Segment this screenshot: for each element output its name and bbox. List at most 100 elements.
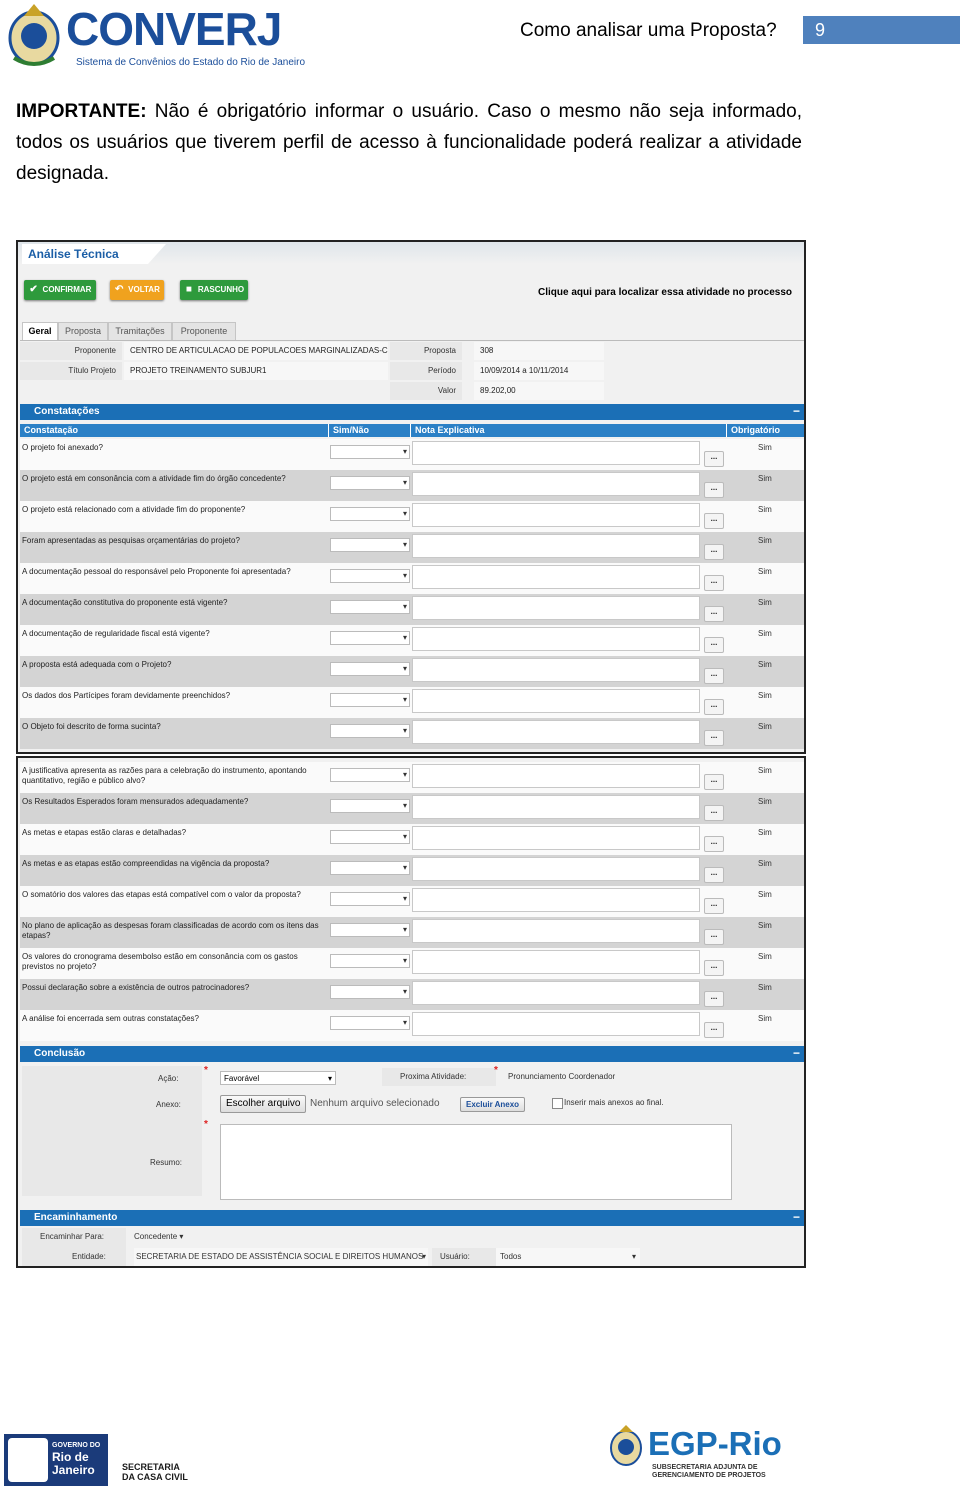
sim-nao-select[interactable] xyxy=(330,538,410,552)
logo-subtitle: Sistema de Convênios do Estado do Rio de… xyxy=(76,57,306,68)
collapse-icon[interactable]: − xyxy=(793,404,800,418)
sim-nao-select[interactable] xyxy=(330,923,410,937)
acao-select[interactable]: Favorável ▾ xyxy=(220,1071,336,1085)
more-button[interactable]: ... xyxy=(704,482,724,498)
encaminhamento-section-header[interactable]: Encaminhamento − xyxy=(20,1210,804,1226)
sim-nao-select[interactable] xyxy=(330,631,410,645)
sim-nao-select[interactable] xyxy=(330,892,410,906)
collapse-icon[interactable]: − xyxy=(793,1210,800,1224)
nota-explicativa-input[interactable] xyxy=(412,472,700,496)
sim-nao-select[interactable] xyxy=(330,954,410,968)
more-button[interactable]: ... xyxy=(704,991,724,1007)
nota-explicativa-input[interactable] xyxy=(412,888,700,912)
nota-explicativa-input[interactable] xyxy=(412,857,700,881)
constatacao-text: O projeto está relacionado com a ativida… xyxy=(22,505,246,514)
encaminhar-para-label: Encaminhar Para: xyxy=(40,1232,105,1241)
sim-nao-select[interactable] xyxy=(330,799,410,813)
sim-nao-select[interactable] xyxy=(330,768,410,782)
sim-nao-select[interactable] xyxy=(330,861,410,875)
table-row: A justificativa apresenta as razões para… xyxy=(20,762,804,793)
table-row: O projeto foi anexado?... Sim xyxy=(20,439,804,470)
sim-nao-select[interactable] xyxy=(330,476,410,490)
more-button[interactable]: ... xyxy=(704,898,724,914)
more-button[interactable]: ... xyxy=(704,606,724,622)
more-button[interactable]: ... xyxy=(704,1022,724,1038)
sim-nao-select[interactable] xyxy=(330,507,410,521)
sim-nao-select[interactable] xyxy=(330,693,410,707)
sim-nao-select[interactable] xyxy=(330,985,410,999)
more-button[interactable]: ... xyxy=(704,774,724,790)
tab-proposta[interactable]: Proposta xyxy=(58,322,108,340)
valor-value: 89.202,00 xyxy=(474,382,604,400)
nota-explicativa-input[interactable] xyxy=(412,764,700,788)
choose-file-button[interactable]: Escolher arquivo xyxy=(220,1095,307,1113)
nota-explicativa-input[interactable] xyxy=(412,950,700,974)
rascunho-button[interactable]: ■ RASCUNHO xyxy=(180,280,248,300)
table-row: As metas e as etapas estão compreendidas… xyxy=(20,855,804,886)
periodo-label: Período xyxy=(390,362,462,380)
table-row: No plano de aplicação as despesas foram … xyxy=(20,917,804,948)
info-table: Proponente CENTRO DE ARTICULACAO DE POPU… xyxy=(20,342,804,402)
file-status: Nenhum arquivo selecionado xyxy=(310,1098,440,1109)
more-button[interactable]: ... xyxy=(704,575,724,591)
more-button[interactable]: ... xyxy=(704,451,724,467)
confirmar-button[interactable]: ✔ CONFIRMAR xyxy=(24,280,96,300)
important-note: IMPORTANTE: Não é obrigatório informar o… xyxy=(16,96,802,189)
more-button[interactable]: ... xyxy=(704,668,724,684)
sim-nao-select[interactable] xyxy=(330,1016,410,1030)
more-button[interactable]: ... xyxy=(704,513,724,529)
encaminhar-para-select[interactable]: Concedente ▾ xyxy=(134,1228,183,1246)
conclusao-section-header[interactable]: Conclusão − xyxy=(20,1046,804,1062)
nota-explicativa-input[interactable] xyxy=(412,826,700,850)
resumo-textarea[interactable] xyxy=(220,1124,732,1200)
nota-explicativa-input[interactable] xyxy=(412,534,700,558)
more-button[interactable]: ... xyxy=(704,805,724,821)
obrigatorio-value: Sim xyxy=(758,797,772,806)
sim-nao-select[interactable] xyxy=(330,569,410,583)
required-star: * xyxy=(204,1119,208,1130)
tab-proponente[interactable]: Proponente xyxy=(172,322,236,340)
constatacoes-section-header[interactable]: Constatações − xyxy=(20,404,804,420)
entidade-select[interactable]: SECRETARIA DE ESTADO DE ASSISTÊNCIA SOCI… xyxy=(134,1248,428,1266)
sim-nao-select[interactable] xyxy=(330,830,410,844)
more-button[interactable]: ... xyxy=(704,960,724,976)
nota-explicativa-input[interactable] xyxy=(412,596,700,620)
secretaria-text: SECRETARIA DA CASA CIVIL xyxy=(122,1462,188,1482)
constatacao-text: As metas e as etapas estão compreendidas… xyxy=(22,859,270,868)
nota-explicativa-input[interactable] xyxy=(412,441,700,465)
nota-explicativa-input[interactable] xyxy=(412,689,700,713)
usuario-select[interactable]: Todos ▾ xyxy=(496,1248,640,1266)
inserir-anexos-checkbox[interactable] xyxy=(552,1098,563,1109)
nota-explicativa-input[interactable] xyxy=(412,795,700,819)
more-button[interactable]: ... xyxy=(704,544,724,560)
excluir-anexo-button[interactable]: Excluir Anexo xyxy=(460,1097,526,1112)
more-button[interactable]: ... xyxy=(704,637,724,653)
obrigatorio-value: Sim xyxy=(758,859,772,868)
nota-explicativa-input[interactable] xyxy=(412,565,700,589)
crest-icon xyxy=(610,1425,642,1466)
constatacao-text: A justificativa apresenta as razões para… xyxy=(22,766,307,785)
more-button[interactable]: ... xyxy=(704,836,724,852)
sim-nao-select[interactable] xyxy=(330,724,410,738)
more-button[interactable]: ... xyxy=(704,730,724,746)
tab-geral[interactable]: Geral xyxy=(22,322,58,340)
nota-explicativa-input[interactable] xyxy=(412,919,700,943)
nota-explicativa-input[interactable] xyxy=(412,503,700,527)
nota-explicativa-input[interactable] xyxy=(412,720,700,744)
sim-nao-select[interactable] xyxy=(330,445,410,459)
more-button[interactable]: ... xyxy=(704,867,724,883)
voltar-button[interactable]: ↶ VOLTAR xyxy=(110,280,164,300)
locate-activity-link[interactable]: Clique aqui para localizar essa atividad… xyxy=(538,286,792,300)
nota-explicativa-input[interactable] xyxy=(412,627,700,651)
nota-explicativa-input[interactable] xyxy=(412,981,700,1005)
obrigatorio-value: Sim xyxy=(758,474,772,483)
more-button[interactable]: ... xyxy=(704,699,724,715)
sim-nao-select[interactable] xyxy=(330,662,410,676)
page-number: 9 xyxy=(803,16,960,44)
sim-nao-select[interactable] xyxy=(330,600,410,614)
nota-explicativa-input[interactable] xyxy=(412,1012,700,1036)
tab-tramitacoes[interactable]: Tramitações xyxy=(108,322,172,340)
more-button[interactable]: ... xyxy=(704,929,724,945)
nota-explicativa-input[interactable] xyxy=(412,658,700,682)
collapse-icon[interactable]: − xyxy=(793,1046,800,1060)
